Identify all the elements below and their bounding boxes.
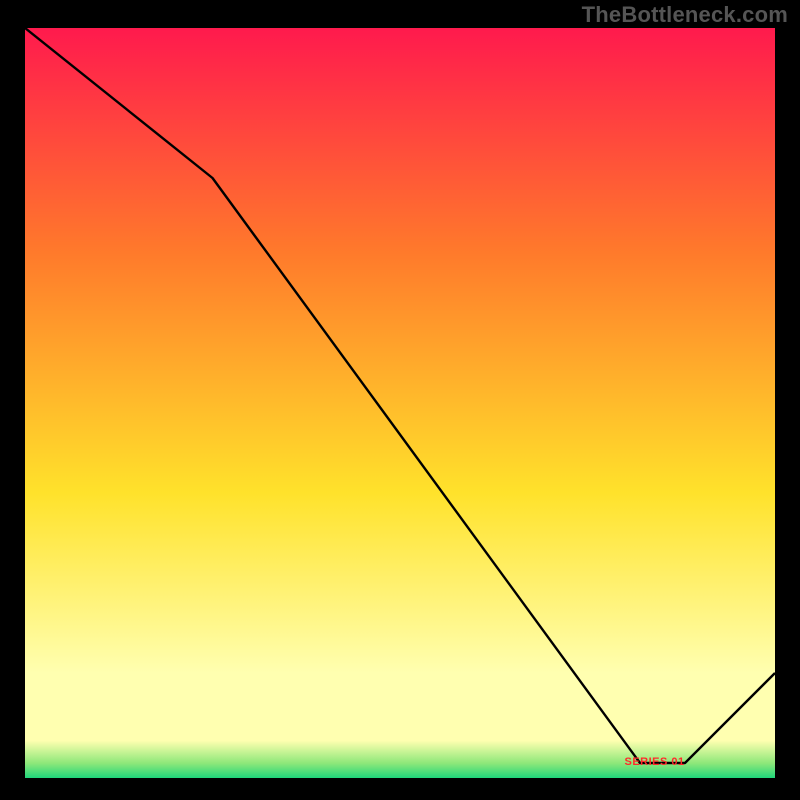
chart-svg [25, 28, 775, 778]
attribution-text: TheBottleneck.com [582, 2, 788, 28]
gradient-background [25, 28, 775, 778]
chart-plot-area: SERIES 01 [25, 28, 775, 778]
